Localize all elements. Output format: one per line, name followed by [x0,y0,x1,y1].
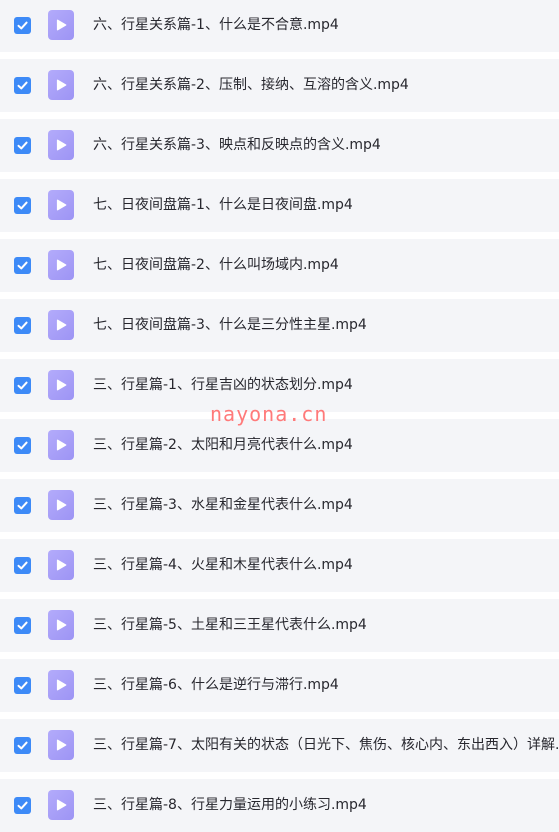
play-icon [56,259,67,271]
file-row[interactable]: 七、日夜间盘篇-1、什么是日夜间盘.mp4 [0,179,559,232]
file-checkbox[interactable] [14,737,31,754]
play-icon [56,559,67,571]
checkmark-icon [17,741,28,750]
file-checkbox[interactable] [14,617,31,634]
video-file-icon [48,670,74,700]
file-checkbox[interactable] [14,197,31,214]
file-row[interactable]: 六、行星关系篇-3、映点和反映点的含义.mp4 [0,119,559,172]
file-row[interactable]: 六、行星关系篇-1、什么是不合意.mp4 [0,0,559,52]
checkmark-icon [17,201,28,210]
play-icon [56,739,67,751]
checkmark-icon [17,801,28,810]
file-row[interactable]: 三、行星篇-5、土星和三王星代表什么.mp4 [0,599,559,652]
file-name[interactable]: 三、行星篇-7、太阳有关的状态（日光下、焦伤、核心内、东出西入）详解. [93,719,559,772]
file-checkbox[interactable] [14,437,31,454]
video-file-icon [48,610,74,640]
file-row[interactable]: 三、行星篇-7、太阳有关的状态（日光下、焦伤、核心内、东出西入）详解. [0,719,559,772]
play-icon [56,319,67,331]
video-file-icon [48,190,74,220]
checkmark-icon [17,441,28,450]
file-checkbox[interactable] [14,257,31,274]
file-name[interactable]: 三、行星篇-4、火星和木星代表什么.mp4 [93,539,559,592]
file-checkbox[interactable] [14,677,31,694]
video-file-icon [48,790,74,820]
checkmark-icon [17,681,28,690]
file-name[interactable]: 三、行星篇-3、水星和金星代表什么.mp4 [93,479,559,532]
file-name[interactable]: 三、行星篇-5、土星和三王星代表什么.mp4 [93,599,559,652]
file-checkbox[interactable] [14,17,31,34]
play-icon [56,19,67,31]
video-file-icon [48,490,74,520]
file-row[interactable]: 七、日夜间盘篇-3、什么是三分性主星.mp4 [0,299,559,352]
video-file-icon [48,370,74,400]
video-file-icon [48,310,74,340]
file-row[interactable]: 七、日夜间盘篇-2、什么叫场域内.mp4 [0,239,559,292]
file-checkbox[interactable] [14,377,31,394]
video-file-icon [48,130,74,160]
file-name[interactable]: 七、日夜间盘篇-1、什么是日夜间盘.mp4 [93,179,559,232]
play-icon [56,799,67,811]
play-icon [56,619,67,631]
file-row[interactable]: 三、行星篇-6、什么是逆行与滞行.mp4 [0,659,559,712]
checkmark-icon [17,21,28,30]
video-file-icon [48,250,74,280]
checkmark-icon [17,321,28,330]
play-icon [56,79,67,91]
file-name[interactable]: 六、行星关系篇-3、映点和反映点的含义.mp4 [93,119,559,172]
play-icon [56,199,67,211]
file-checkbox[interactable] [14,497,31,514]
file-name[interactable]: 三、行星篇-8、行星力量运用的小练习.mp4 [93,779,559,832]
checkmark-icon [17,141,28,150]
checkmark-icon [17,501,28,510]
file-row[interactable]: 三、行星篇-8、行星力量运用的小练习.mp4 [0,779,559,832]
file-name[interactable]: 六、行星关系篇-1、什么是不合意.mp4 [93,0,559,52]
video-file-icon [48,10,74,40]
file-row[interactable]: 三、行星篇-3、水星和金星代表什么.mp4 [0,479,559,532]
checkmark-icon [17,261,28,270]
play-icon [56,499,67,511]
file-checkbox[interactable] [14,137,31,154]
video-file-icon [48,550,74,580]
play-icon [56,439,67,451]
play-icon [56,679,67,691]
file-checkbox[interactable] [14,557,31,574]
checkmark-icon [17,621,28,630]
file-row[interactable]: 六、行星关系篇-2、压制、接纳、互溶的含义.mp4 [0,59,559,112]
file-name[interactable]: 七、日夜间盘篇-3、什么是三分性主星.mp4 [93,299,559,352]
file-row[interactable]: 三、行星篇-1、行星吉凶的状态划分.mp4 [0,359,559,412]
file-checkbox[interactable] [14,797,31,814]
file-checkbox[interactable] [14,317,31,334]
video-file-icon [48,70,74,100]
file-name[interactable]: 七、日夜间盘篇-2、什么叫场域内.mp4 [93,239,559,292]
file-name[interactable]: 三、行星篇-1、行星吉凶的状态划分.mp4 [93,359,559,412]
checkmark-icon [17,81,28,90]
checkmark-icon [17,561,28,570]
play-icon [56,379,67,391]
file-name[interactable]: 六、行星关系篇-2、压制、接纳、互溶的含义.mp4 [93,59,559,112]
play-icon [56,139,67,151]
video-file-icon [48,730,74,760]
video-file-icon [48,430,74,460]
file-row[interactable]: 三、行星篇-2、太阳和月亮代表什么.mp4 [0,419,559,472]
file-name[interactable]: 三、行星篇-6、什么是逆行与滞行.mp4 [93,659,559,712]
file-row[interactable]: 三、行星篇-4、火星和木星代表什么.mp4 [0,539,559,592]
file-checkbox[interactable] [14,77,31,94]
checkmark-icon [17,381,28,390]
file-name[interactable]: 三、行星篇-2、太阳和月亮代表什么.mp4 [93,419,559,472]
